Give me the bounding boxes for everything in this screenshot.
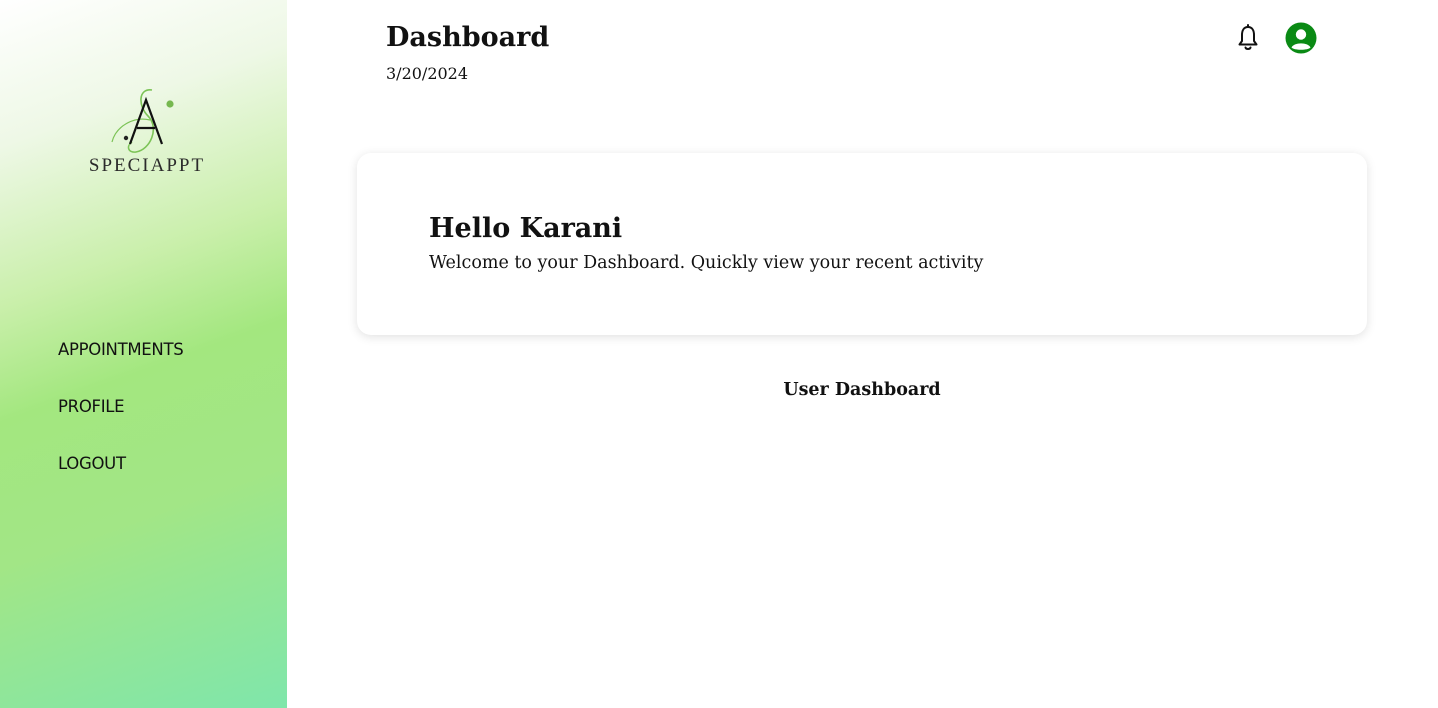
sidebar-item-appointments[interactable]: APPOINTMENTS — [58, 338, 184, 395]
welcome-subtitle: Welcome to your Dashboard. Quickly view … — [429, 253, 984, 273]
brand-logo[interactable]: SPECIAPPT — [74, 86, 220, 182]
page-title: Dashboard — [386, 22, 550, 53]
welcome-card: Hello Karani Welcome to your Dashboard. … — [357, 153, 1367, 335]
sidebar-item-profile[interactable]: PROFILE — [58, 395, 183, 452]
bell-icon[interactable] — [1236, 24, 1260, 52]
current-date: 3/20/2024 — [386, 64, 469, 83]
logo-monogram-icon — [111, 89, 174, 153]
sidebar: SPECIAPPT APPOINTMENTS PROFILE LOGOUT — [0, 0, 287, 708]
logo-wordmark: SPECIAPPT — [88, 155, 206, 176]
app-root: SPECIAPPT APPOINTMENTS PROFILE LOGOUT Da… — [0, 0, 1438, 708]
sidebar-nav: APPOINTMENTS PROFILE LOGOUT — [58, 338, 184, 509]
user-avatar-icon[interactable] — [1285, 22, 1317, 54]
welcome-title: Hello Karani — [429, 213, 623, 244]
sidebar-item-logout[interactable]: LOGOUT — [58, 452, 183, 509]
user-dashboard-heading: User Dashboard — [783, 380, 941, 400]
